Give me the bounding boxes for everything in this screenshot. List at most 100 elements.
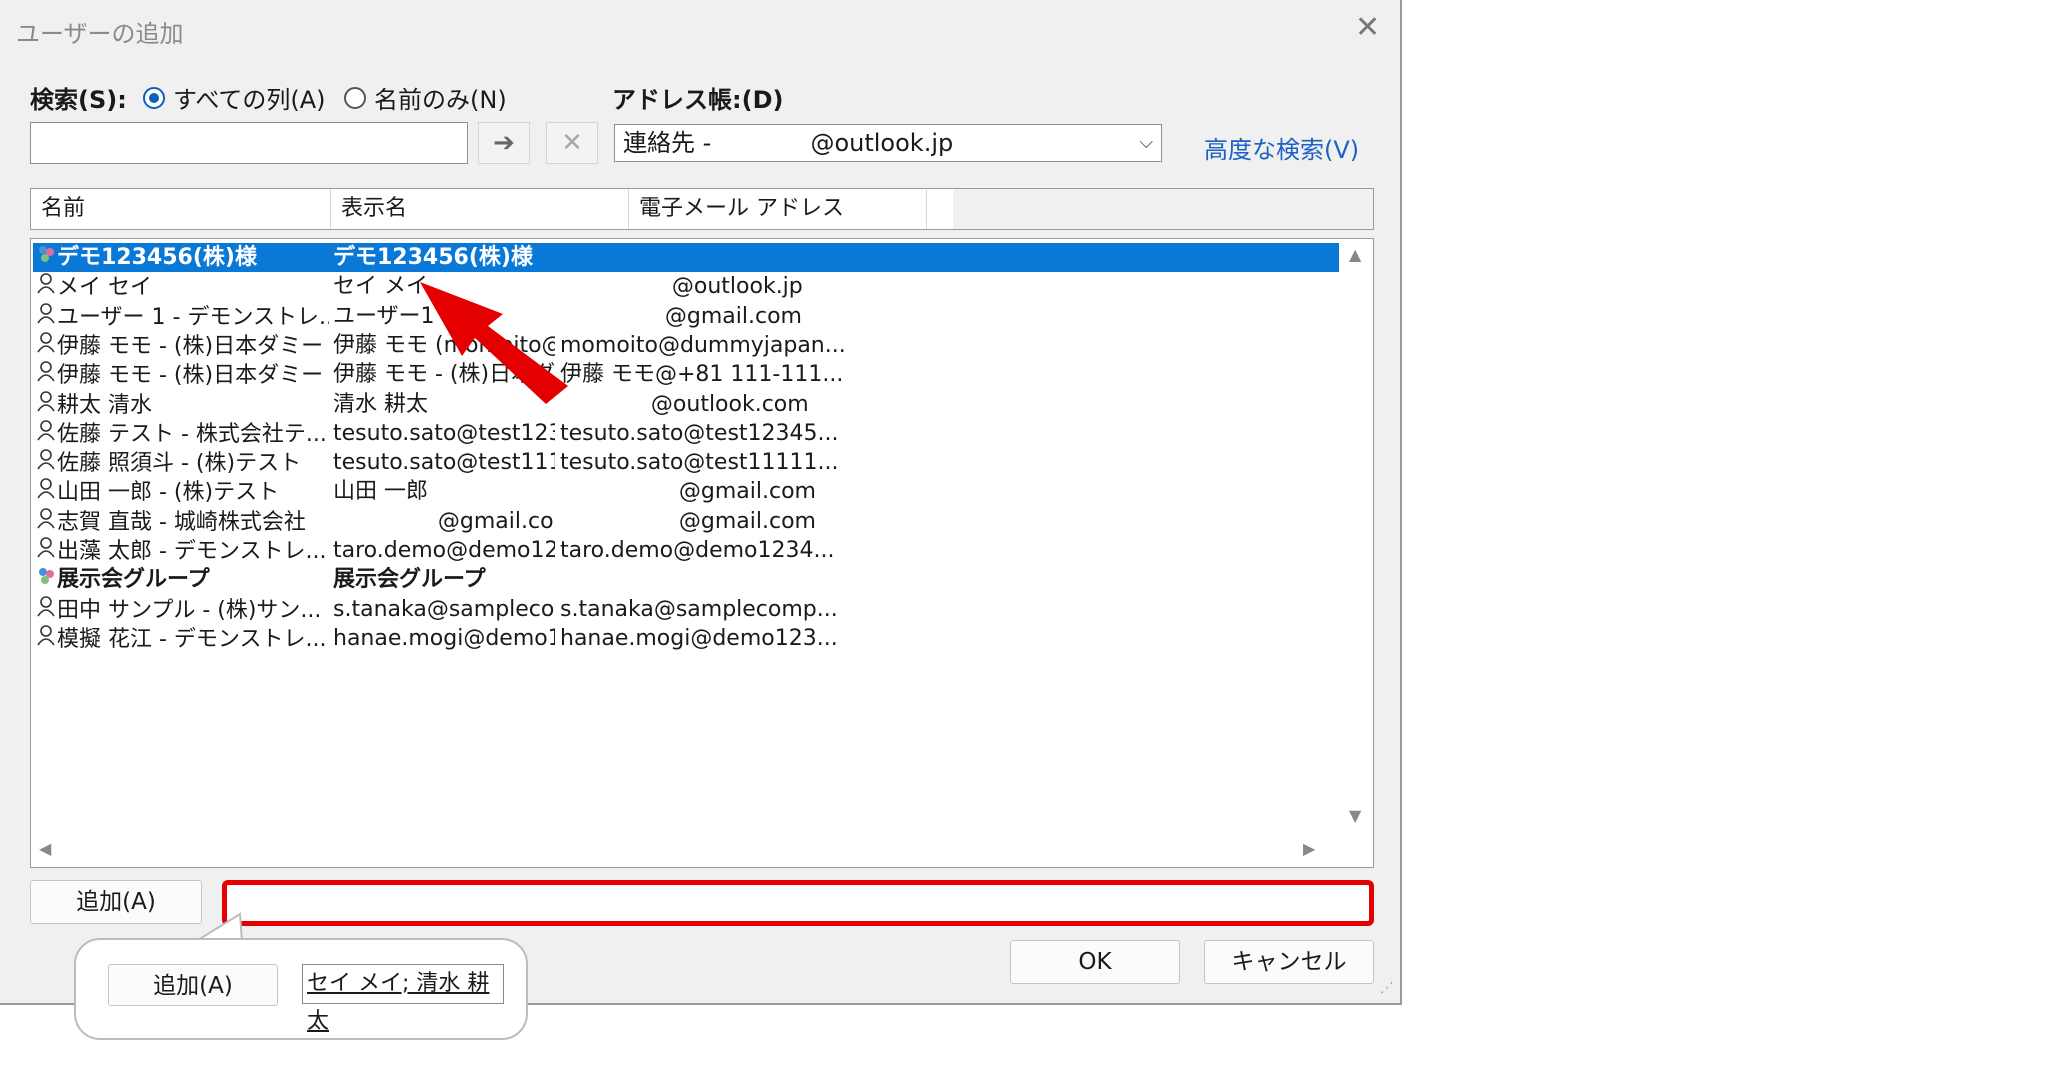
name-text: 志賀 直哉 - 城崎株式会社 — [57, 509, 306, 535]
table-row[interactable]: 佐藤 照須斗 - (株)テスト tesuto.sato@test11111...t… — [33, 448, 1339, 477]
close-icon[interactable]: ✕ — [1355, 10, 1380, 46]
radio-name-only[interactable]: 名前のみ(N) — [344, 80, 507, 115]
table-row[interactable]: 佐藤 テスト - 株式会社テ...tesuto.sato@test12345..… — [33, 419, 1339, 448]
scroll-right-icon[interactable]: ▶ — [1303, 839, 1315, 858]
table-row[interactable]: 志賀 直哉 - 城崎株式会社 @gmail.com @gmail.com — [33, 507, 1339, 536]
add-button[interactable]: 追加(A) — [30, 880, 202, 924]
cell-email: @gmail.com — [560, 508, 816, 534]
cell-name: 伊藤 モモ - (株)日本ダミー — [37, 331, 329, 360]
column-header-display-name[interactable]: 表示名 — [331, 189, 629, 229]
table-row[interactable]: 耕太 清水 清水 耕太 @outlook.com — [33, 390, 1339, 419]
column-header-name[interactable]: 名前 — [31, 189, 331, 229]
horizontal-scrollbar[interactable]: ◀ ▶ — [33, 833, 1343, 863]
callout-recipient-field: セイ メイ; 清水 耕太 — [302, 964, 504, 1034]
person-icon — [37, 595, 57, 624]
name-text: 出藻 太郎 - デモンストレ... — [57, 539, 327, 564]
table-row[interactable]: 田中 サンプル - (株)サン... s.tanaka@samplecomp...… — [33, 595, 1339, 624]
name-text: 田中 サンプル - (株)サン... — [57, 597, 322, 623]
name-text: 伊藤 モモ - (株)日本ダミー — [57, 363, 324, 389]
search-input[interactable] — [30, 122, 468, 164]
name-text: 展示会グループ — [57, 567, 210, 593]
address-book-value: 連絡先 - @outlook.jp — [623, 129, 954, 157]
cell-name: 出藻 太郎 - デモンストレ... — [37, 536, 329, 565]
person-icon — [37, 272, 57, 301]
cell-display-name: 展示会グループ — [333, 567, 486, 593]
cell-display-name: tesuto.sato@test11111... — [333, 450, 555, 476]
cell-display-name: セイ メイ — [333, 274, 428, 300]
address-book-label: アドレス帳:(D) — [612, 86, 784, 114]
name-text: 伊藤 モモ - (株)日本ダミー — [57, 333, 324, 359]
cell-name: 田中 サンプル - (株)サン... — [37, 595, 329, 624]
cancel-button[interactable]: キャンセル — [1204, 940, 1374, 984]
name-text: 山田 一郎 - (株)テスト — [57, 480, 280, 506]
radio-unselected-icon — [344, 86, 366, 109]
cell-display-name: デモ123456(株)様 — [333, 245, 533, 270]
advanced-search-link[interactable]: 高度な検索(V) — [1204, 130, 1359, 165]
radio-name-only-label: 名前のみ(N) — [374, 86, 507, 114]
person-icon — [37, 302, 57, 331]
cell-name: デモ123456(株)様 — [37, 243, 329, 272]
name-text: メイ セイ — [57, 275, 152, 301]
cell-email: tesuto.sato@test12345... — [560, 420, 839, 446]
cell-name: メイ セイ — [37, 272, 329, 301]
cell-email: 伊藤 モモ@+81 111-111... — [560, 362, 844, 388]
table-row[interactable]: 展示会グループ 展示会グループ — [33, 565, 1339, 594]
list-header: 名前 表示名 電子メール アドレス — [30, 188, 1374, 230]
cell-display-name: tesuto.sato@test12345... — [333, 420, 555, 446]
cell-email: taro.demo@demo1234... — [560, 538, 835, 563]
cell-name: 模擬 花江 - デモンストレ... — [37, 624, 329, 653]
cell-email: @outlook.com — [560, 391, 809, 417]
name-text: 耕太 清水 — [57, 392, 152, 418]
column-header-email[interactable]: 電子メール アドレス — [629, 189, 927, 229]
table-row[interactable]: デモ123456(株)様 デモ123456(株)様 — [33, 243, 1339, 272]
scroll-up-icon[interactable]: ▲ — [1349, 245, 1361, 264]
table-row[interactable]: 出藻 太郎 - デモンストレ...taro.demo@demo1234...ta… — [33, 536, 1339, 565]
person-icon — [37, 624, 57, 653]
person-icon — [37, 477, 57, 506]
cell-display-name: taro.demo@demo1234... — [333, 538, 555, 563]
scroll-down-icon[interactable]: ▼ — [1349, 806, 1361, 825]
person-icon — [37, 331, 57, 360]
cell-email — [560, 565, 860, 594]
cell-name: ユーザー 1 - デモンストレ... — [37, 302, 329, 331]
ok-button[interactable]: OK — [1010, 940, 1180, 984]
cell-display-name: @gmail.com — [333, 508, 555, 534]
cell-name: 佐藤 照須斗 - (株)テスト — [37, 448, 329, 477]
person-icon — [37, 448, 57, 477]
cell-name: 佐藤 テスト - 株式会社テ... — [37, 419, 329, 448]
arrow-right-icon: ➔ — [493, 128, 515, 158]
resize-grip-icon[interactable]: ⋰ — [1380, 980, 1394, 996]
radio-all-columns[interactable]: すべての列(A) — [143, 80, 326, 115]
group-icon — [37, 243, 57, 272]
group-icon — [37, 565, 57, 594]
name-text: 模擬 花江 - デモンストレ... — [57, 626, 327, 652]
table-row[interactable]: 伊藤 モモ - (株)日本ダミー伊藤 モモ - (株)日本ダミー ...伊藤 モ… — [33, 360, 1339, 389]
recipient-field[interactable] — [222, 880, 1374, 926]
table-row[interactable]: 模擬 花江 - デモンストレ...hanae.mogi@demo123...ha… — [33, 624, 1339, 653]
radio-selected-icon — [143, 86, 165, 109]
vertical-scrollbar[interactable]: ▲ ▼ — [1343, 241, 1371, 831]
header-filler — [953, 189, 1373, 229]
address-book-select[interactable]: 連絡先 - @outlook.jp ⌵ — [614, 124, 1162, 162]
go-button[interactable]: ➔ — [478, 122, 530, 164]
scroll-left-icon[interactable]: ◀ — [39, 839, 51, 858]
clear-icon: ✕ — [561, 128, 583, 158]
add-user-dialog: ユーザーの追加 ✕ 検索(S): すべての列(A) 名前のみ(N) アドレス帳:… — [0, 0, 1402, 1005]
table-row[interactable]: 山田 一郎 - (株)テスト 山田 一郎 @gmail.com — [33, 477, 1339, 506]
contact-list[interactable]: デモ123456(株)様 デモ123456(株)様メイ セイ セイ メイ @outl… — [30, 238, 1374, 868]
cell-display-name: 伊藤 モモ (momoito@du... — [333, 332, 555, 358]
person-icon — [37, 390, 57, 419]
cell-name: 展示会グループ — [37, 565, 329, 594]
name-text: 佐藤 テスト - 株式会社テ... — [57, 421, 327, 447]
name-text: ユーザー 1 - デモンストレ... — [57, 304, 329, 330]
cell-display-name: ユーザー1 — [333, 303, 435, 329]
person-icon — [37, 536, 57, 565]
cell-email: tesuto.sato@test11111... — [560, 450, 839, 476]
table-row[interactable]: メイ セイ セイ メイ @outlook.jp — [33, 272, 1339, 301]
cell-display-name: 清水 耕太 — [333, 391, 428, 417]
cell-email — [560, 243, 860, 272]
table-row[interactable]: 伊藤 モモ - (株)日本ダミー伊藤 モモ (momoito@du...momo… — [33, 331, 1339, 360]
cell-display-name: 山田 一郎 — [333, 479, 428, 505]
table-row[interactable]: ユーザー 1 - デモンストレ... ユーザー1 @gmail.com — [33, 302, 1339, 331]
clear-button[interactable]: ✕ — [546, 122, 598, 164]
